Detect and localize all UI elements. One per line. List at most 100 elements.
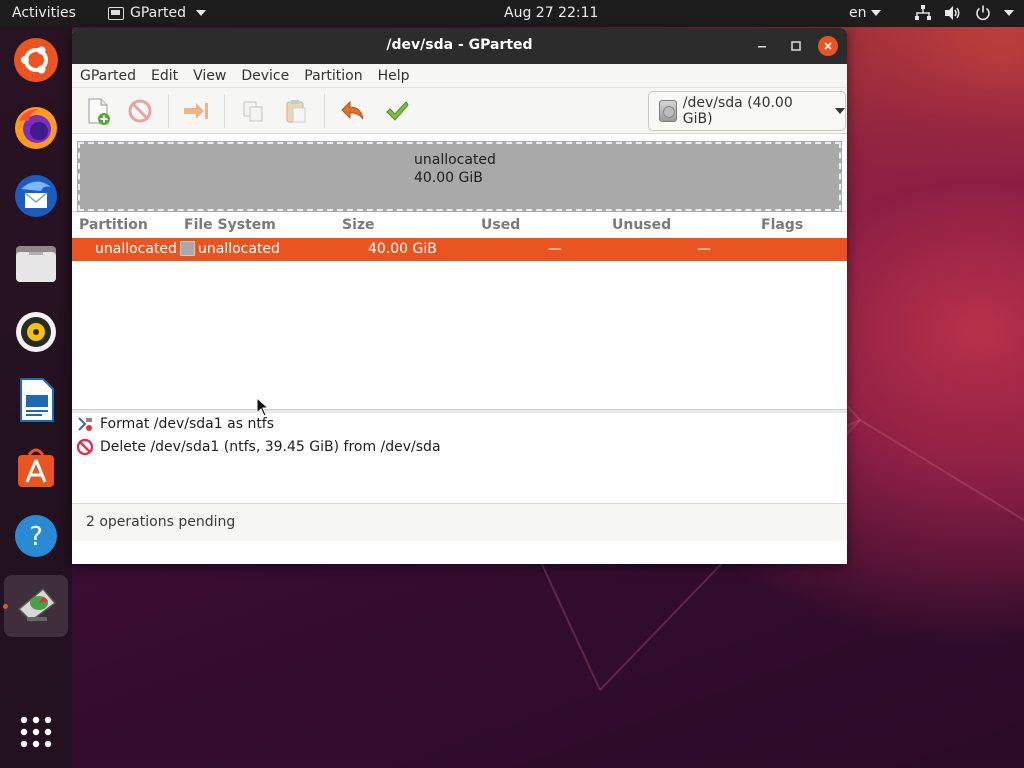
help-icon: ? xyxy=(15,515,57,557)
resize-move-button[interactable] xyxy=(181,97,211,125)
column-header-flags[interactable]: Flags xyxy=(761,217,803,233)
menu-device[interactable]: Device xyxy=(241,68,289,84)
app-menu[interactable]: GParted xyxy=(108,5,206,21)
delete-icon xyxy=(76,438,94,456)
software-store-icon xyxy=(18,448,54,487)
new-partition-button[interactable] xyxy=(83,97,113,125)
menu-gparted[interactable]: GParted xyxy=(80,68,136,84)
dock-item-files[interactable] xyxy=(12,240,60,288)
column-header-used[interactable]: Used xyxy=(481,217,520,233)
thunderbird-icon xyxy=(15,175,57,217)
pending-operations-list: Format /dev/sda1 as ntfs Delete /dev/sda… xyxy=(72,410,847,504)
gparted-icon xyxy=(17,587,57,622)
dock-item-gparted[interactable] xyxy=(12,580,60,628)
table-row[interactable]: unallocated unallocated 40.00 GiB — — xyxy=(72,238,847,261)
format-icon xyxy=(78,417,92,431)
toolbar-separator xyxy=(168,94,169,128)
gparted-app-icon xyxy=(108,6,124,20)
disk-map-label: unallocated 40.00 GiB xyxy=(414,151,496,187)
dock: ? xyxy=(0,27,72,768)
status-bar: 2 operations pending xyxy=(72,504,847,541)
app-menu-label: GParted xyxy=(130,5,186,21)
power-icon xyxy=(974,4,992,22)
column-header-size[interactable]: Size xyxy=(342,217,375,233)
copy-button[interactable] xyxy=(238,97,268,125)
menu-view[interactable]: View xyxy=(193,68,226,84)
delete-partition-button[interactable] xyxy=(125,97,155,125)
title-bar[interactable]: /dev/sda - GParted xyxy=(72,28,847,64)
menu-help[interactable]: Help xyxy=(378,68,410,84)
chevron-down-icon xyxy=(196,10,206,16)
dock-item-help[interactable]: ? xyxy=(12,512,60,560)
minimize-icon xyxy=(758,46,766,48)
delete-icon xyxy=(128,99,152,123)
partition-table: unallocated unallocated 40.00 GiB — — xyxy=(72,238,847,410)
column-header-unused[interactable]: Unused xyxy=(612,217,671,233)
list-item[interactable]: Delete /dev/sda1 (ntfs, 39.45 GiB) from … xyxy=(76,438,441,456)
mouse-cursor-icon xyxy=(256,396,270,421)
operation-text: Format /dev/sda1 as ntfs xyxy=(100,416,275,432)
dock-item-ubuntu[interactable] xyxy=(12,36,60,84)
apply-button[interactable] xyxy=(382,97,412,125)
firefox-icon xyxy=(15,107,57,149)
status-text: 2 operations pending xyxy=(86,514,236,530)
operation-text: Delete /dev/sda1 (ntfs, 39.45 GiB) from … xyxy=(100,439,441,455)
column-header-partition[interactable]: Partition xyxy=(79,217,148,233)
file-system-color-swatch xyxy=(180,241,195,256)
disk-map-segment-size: 40.00 GiB xyxy=(414,170,483,186)
svg-text:?: ? xyxy=(29,522,43,552)
files-icon xyxy=(16,246,56,282)
cell-unused: — xyxy=(697,241,711,257)
top-bar: Activities GParted Aug 27 22:11 en xyxy=(0,0,1024,27)
show-applications-button[interactable] xyxy=(12,708,60,756)
language-label: en xyxy=(849,5,867,21)
maximize-button[interactable] xyxy=(786,36,806,56)
activities-button[interactable]: Activities xyxy=(12,5,76,21)
disk-map: unallocated 40.00 GiB xyxy=(72,134,847,212)
list-item[interactable]: Format /dev/sda1 as ntfs xyxy=(76,415,274,433)
resize-move-icon xyxy=(184,103,208,119)
language-indicator[interactable]: en xyxy=(849,5,881,21)
clock[interactable]: Aug 27 22:11 xyxy=(504,5,598,21)
toolbar-separator xyxy=(324,94,325,128)
cell-partition: unallocated xyxy=(95,241,177,257)
cell-used: — xyxy=(548,241,562,257)
hard-disk-icon xyxy=(659,100,677,122)
minimize-button[interactable] xyxy=(752,36,772,56)
gparted-window: /dev/sda - GParted GParted Edit View Dev… xyxy=(72,28,847,564)
cell-size: 40.00 GiB xyxy=(368,241,437,257)
new-document-icon xyxy=(88,98,110,125)
menu-partition[interactable]: Partition xyxy=(304,68,362,84)
dock-item-ubuntu-software[interactable] xyxy=(12,444,60,492)
copy-icon xyxy=(243,101,263,122)
partition-table-header: Partition File System Size Used Unused F… xyxy=(72,212,847,238)
device-selector[interactable]: /dev/sda (40.00 GiB) xyxy=(648,91,846,131)
paste-button[interactable] xyxy=(281,97,311,125)
toolbar-separator xyxy=(224,94,225,128)
window-title: /dev/sda - GParted xyxy=(386,37,533,53)
running-indicator xyxy=(3,604,8,609)
menu-bar: GParted Edit View Device Partition Help xyxy=(72,64,847,88)
dock-item-thunderbird[interactable] xyxy=(12,172,60,220)
column-header-file-system[interactable]: File System xyxy=(184,217,276,233)
network-icon xyxy=(914,4,932,22)
device-selector-label: /dev/sda (40.00 GiB) xyxy=(682,95,793,127)
maximize-icon xyxy=(791,41,801,51)
undo-icon xyxy=(341,100,364,120)
chevron-down-icon xyxy=(870,10,881,16)
dock-item-firefox[interactable] xyxy=(12,104,60,152)
close-icon xyxy=(824,42,832,50)
toolbar: /dev/sda (40.00 GiB) xyxy=(72,88,847,134)
volume-icon xyxy=(944,4,962,22)
writer-icon xyxy=(20,378,54,422)
dock-item-libreoffice-writer[interactable] xyxy=(12,376,60,424)
cell-file-system: unallocated xyxy=(198,241,280,257)
undo-button[interactable] xyxy=(338,97,368,125)
menu-edit[interactable]: Edit xyxy=(151,68,178,84)
close-button[interactable] xyxy=(818,36,838,56)
chevron-down-icon xyxy=(1004,10,1014,16)
dock-item-rhythmbox[interactable] xyxy=(12,308,60,356)
system-tray[interactable] xyxy=(914,4,1014,22)
rhythmbox-icon xyxy=(16,312,56,352)
checkmark-icon xyxy=(386,101,409,121)
